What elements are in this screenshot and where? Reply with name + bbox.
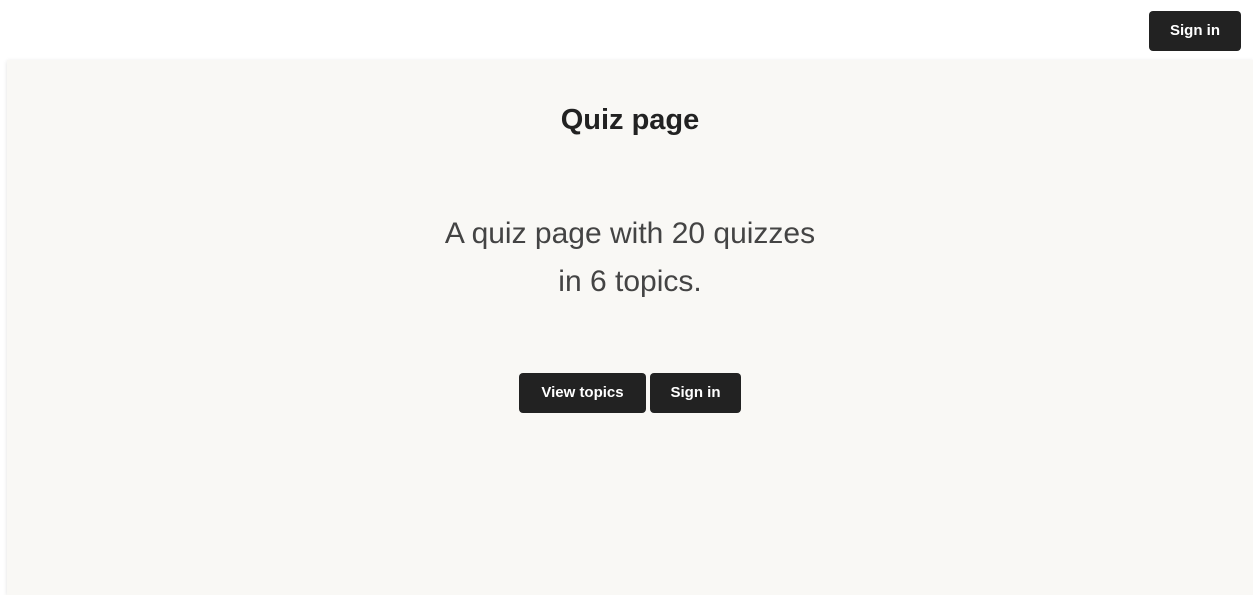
action-buttons: View topics Sign in — [7, 373, 1253, 413]
top-bar: Sign in — [0, 0, 1253, 60]
main-content: Quiz page A quiz page with 20 quizzes in… — [7, 60, 1253, 595]
sign-in-button[interactable]: Sign in — [650, 373, 741, 413]
header-sign-in-button[interactable]: Sign in — [1149, 11, 1241, 51]
view-topics-button[interactable]: View topics — [519, 373, 646, 413]
description-line-2: in 6 topics. — [558, 265, 702, 298]
description-line-1: A quiz page with 20 quizzes — [444, 217, 816, 250]
page-description: A quiz page with 20 quizzes in 6 topics. — [7, 210, 1253, 306]
page-title: Quiz page — [560, 104, 700, 136]
